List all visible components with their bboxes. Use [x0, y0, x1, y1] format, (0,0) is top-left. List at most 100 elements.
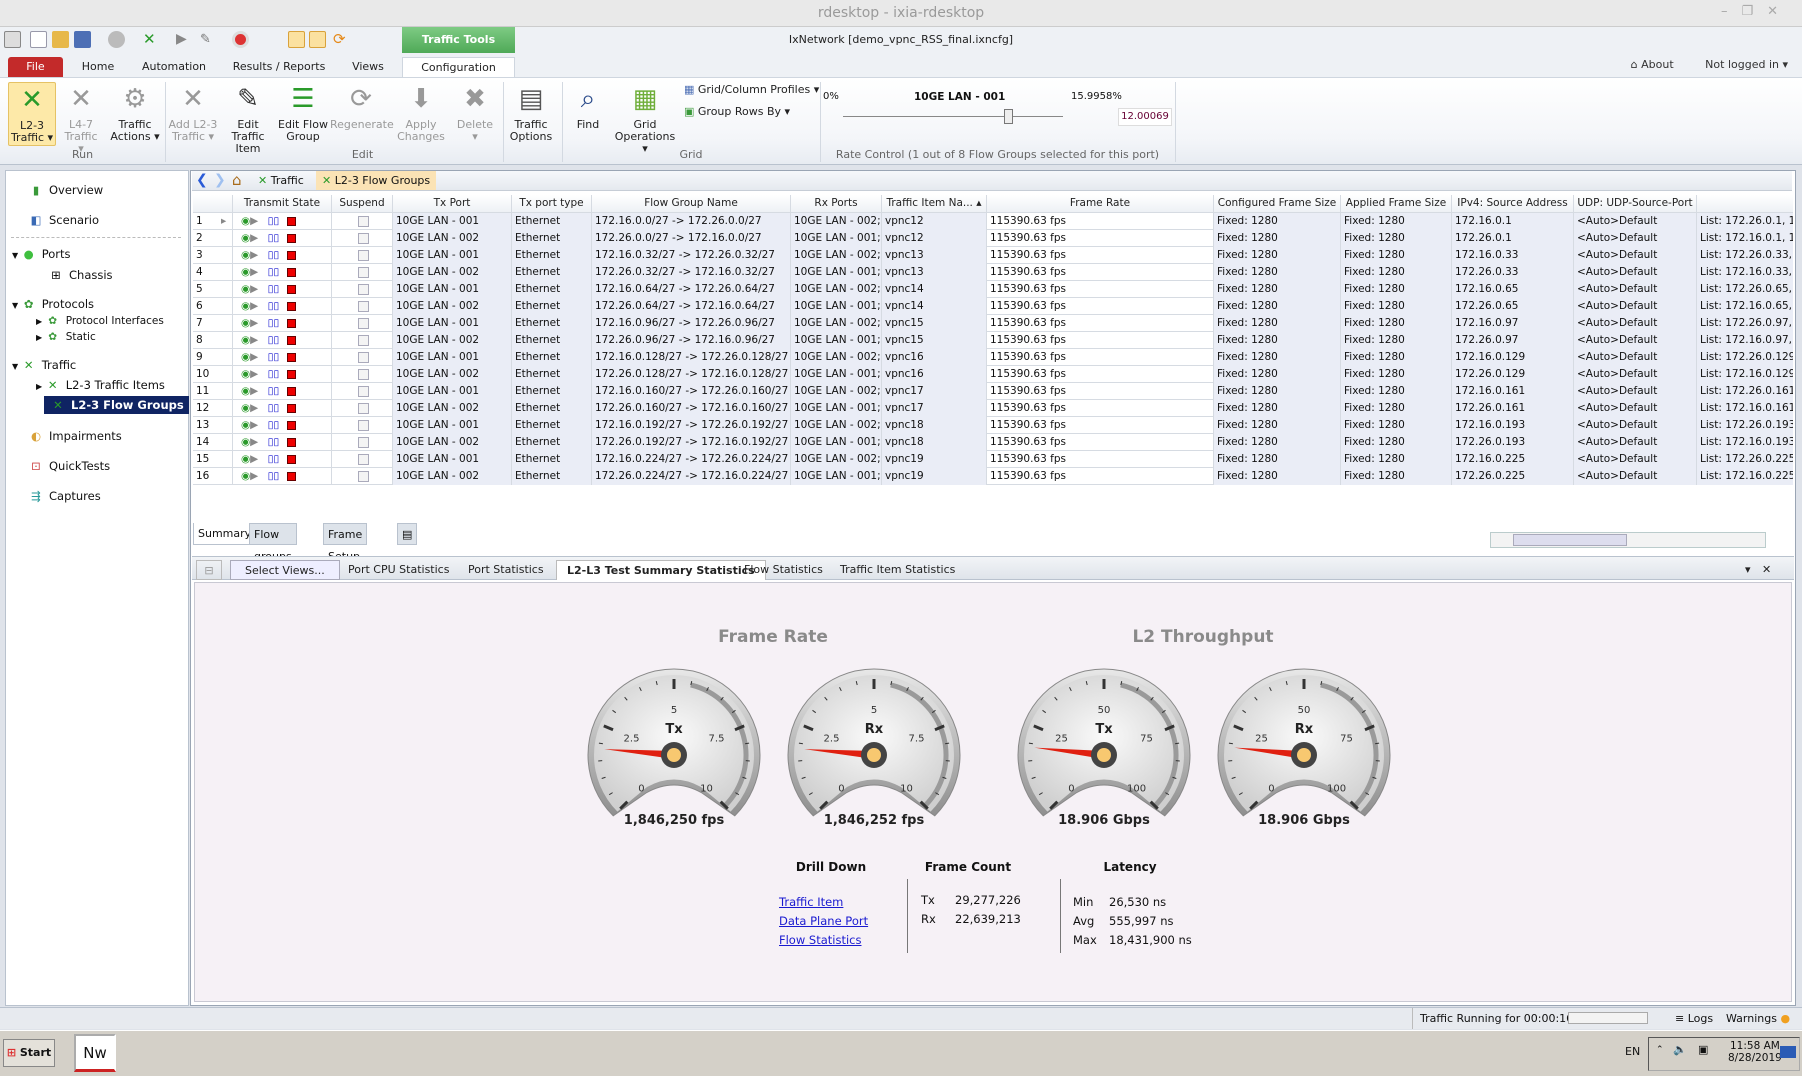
table-row[interactable]: 5 ◉▶ ▯▯ 10GE LAN - 001 Ethernet 172.16.0.64…	[193, 281, 1793, 298]
network-icon[interactable]: ▣	[1698, 1043, 1708, 1056]
dropdown-icon[interactable]: ▾	[1745, 560, 1751, 580]
suspend-checkbox[interactable]	[358, 419, 369, 431]
tab-frame-setup[interactable]: Frame Setup	[323, 523, 368, 563]
transmit-state[interactable]: ◉▶ ▯▯	[233, 281, 332, 298]
nav-quicktests[interactable]: ⊡ QuickTests	[28, 459, 110, 473]
column-header-row-number[interactable]	[193, 195, 233, 212]
rate-value-input[interactable]: 12.00069	[1118, 108, 1172, 126]
tab-port-cpu-statistics[interactable]: Port CPU Statistics	[348, 560, 449, 580]
nav-traffic[interactable]: ▼ ✕ Traffic	[12, 358, 76, 372]
stop-icon[interactable]	[286, 471, 296, 481]
pause-icon[interactable]: ▯▯	[268, 266, 280, 278]
nav-impairments[interactable]: ◐ Impairments	[28, 429, 122, 443]
show-desktop-icon[interactable]	[1780, 1046, 1796, 1058]
tab-l2l3-test-summary[interactable]: L2-L3 Test Summary Statistics	[556, 560, 766, 580]
column-header-tx-port[interactable]: Tx Port	[393, 195, 512, 212]
suspend-checkbox[interactable]	[358, 283, 369, 295]
window-controls[interactable]: –❐✕	[1721, 4, 1792, 19]
suspend-checkbox[interactable]	[358, 249, 369, 261]
table-row[interactable]: 6 ◉▶ ▯▯ 10GE LAN - 002 Ethernet 172.26.0.64…	[193, 298, 1793, 315]
nav-overview[interactable]: ▮ Overview	[28, 183, 103, 197]
stop-icon[interactable]	[286, 284, 296, 294]
transmit-state[interactable]: ◉▶ ▯▯	[233, 213, 332, 230]
transmit-state[interactable]: ◉▶ ▯▯	[233, 264, 332, 281]
suspend-checkbox[interactable]	[358, 402, 369, 414]
transmit-state[interactable]: ◉▶ ▯▯	[233, 349, 332, 366]
start-icon[interactable]: ▶	[250, 453, 258, 465]
suspend-checkbox[interactable]	[358, 470, 369, 482]
start-icon[interactable]: ▶	[250, 334, 258, 346]
transmit-state[interactable]: ◉▶ ▯▯	[233, 230, 332, 247]
column-header-extra-column[interactable]	[1697, 195, 1793, 212]
language-indicator[interactable]: EN	[1625, 1045, 1640, 1058]
suspend-checkbox[interactable]	[358, 266, 369, 278]
pause-icon[interactable]: ▯▯	[268, 317, 280, 329]
stop-icon[interactable]	[286, 233, 296, 243]
delete-button[interactable]: ✖ Delete ▾	[452, 82, 498, 143]
table-row[interactable]: 15 ◉▶ ▯▯ 10GE LAN - 001 Ethernet 172.16.0.2…	[193, 451, 1793, 468]
column-header-flow-group-name[interactable]: Flow Group Name	[592, 195, 791, 212]
stop-icon[interactable]	[286, 420, 296, 430]
start-icon[interactable]: ▶	[250, 215, 258, 227]
stop-icon[interactable]	[286, 250, 296, 260]
table-row[interactable]: 16 ◉▶ ▯▯ 10GE LAN - 002 Ethernet 172.26.0.2…	[193, 468, 1793, 485]
start-button[interactable]: ⊞ Start	[3, 1039, 55, 1067]
stop-icon[interactable]	[286, 216, 296, 226]
add-l23-traffic-button[interactable]: ✕ Add L2-3 Traffic ▾	[168, 82, 218, 143]
stop-icon[interactable]	[286, 267, 296, 277]
muted-speaker-icon[interactable]: 🔈	[1673, 1043, 1687, 1056]
new-tab-icon[interactable]: ▤	[397, 523, 417, 545]
pause-icon[interactable]: ▯▯	[268, 385, 280, 397]
suspend-checkbox[interactable]	[358, 334, 369, 346]
nav-protocol-interfaces[interactable]: ▶ ✿ Protocol Interfaces	[36, 315, 164, 327]
column-header-udp-source-port[interactable]: UDP: UDP-Source-Port	[1574, 195, 1697, 212]
transmit-state[interactable]: ◉▶ ▯▯	[233, 366, 332, 383]
breadcrumb-flow-groups[interactable]: ✕ L2-3 Flow Groups	[316, 171, 437, 190]
start-icon[interactable]: ▶	[250, 232, 258, 244]
edit-flow-group-button[interactable]: ☰ Edit Flow Group	[278, 82, 328, 143]
transmit-state[interactable]: ◉▶ ▯▯	[233, 332, 332, 349]
stop-icon[interactable]	[286, 437, 296, 447]
stop-icon[interactable]	[286, 318, 296, 328]
pause-icon[interactable]: ▯▯	[268, 436, 280, 448]
tab-file[interactable]: File	[8, 57, 63, 77]
column-header-tx-port-type[interactable]: Tx port type	[512, 195, 592, 212]
about-link[interactable]: About	[1641, 58, 1674, 71]
start-icon[interactable]: ▶	[250, 470, 258, 482]
table-row[interactable]: 10 ◉▶ ▯▯ 10GE LAN - 002 Ethernet 172.26.0.1…	[193, 366, 1793, 383]
table-row[interactable]: 14 ◉▶ ▯▯ 10GE LAN - 002 Ethernet 172.26.0.1…	[193, 434, 1793, 451]
pause-icon[interactable]: ▯▯	[268, 283, 280, 295]
warnings-button[interactable]: Warnings ●	[1726, 1012, 1790, 1025]
find-button[interactable]: ⌕ Find	[570, 82, 606, 131]
transmit-state[interactable]: ◉▶ ▯▯	[233, 247, 332, 264]
login-status[interactable]: Not logged in	[1705, 58, 1779, 71]
stop-icon[interactable]	[286, 335, 296, 345]
home-icon[interactable]: ⌂	[232, 171, 242, 189]
start-icon[interactable]: ▶	[250, 351, 258, 363]
pause-icon[interactable]: ▯▯	[268, 453, 280, 465]
start-icon[interactable]: ▶	[250, 402, 258, 414]
stop-icon[interactable]	[286, 369, 296, 379]
stop-icon[interactable]	[286, 386, 296, 396]
nav-scenario[interactable]: ◧ Scenario	[28, 213, 99, 227]
transmit-state[interactable]: ◉▶ ▯▯	[233, 400, 332, 417]
stop-icon[interactable]	[286, 352, 296, 362]
start-icon[interactable]: ▶	[250, 300, 258, 312]
column-header-traffic-item-name[interactable]: Traffic Item Na... ▴	[882, 195, 987, 212]
pause-icon[interactable]: ▯▯	[268, 334, 280, 346]
suspend-checkbox[interactable]	[358, 453, 369, 465]
pin-icon[interactable]: ⊟	[196, 560, 222, 580]
pause-icon[interactable]: ▯▯	[268, 402, 280, 414]
suspend-checkbox[interactable]	[358, 300, 369, 312]
horizontal-scrollbar[interactable]	[1490, 532, 1766, 548]
start-icon[interactable]: ▶	[250, 419, 258, 431]
nav-captures[interactable]: ⇶ Captures	[28, 489, 101, 503]
traffic-options-button[interactable]: ▤ Traffic Options	[506, 82, 556, 143]
pause-icon[interactable]: ▯▯	[268, 232, 280, 244]
table-row[interactable]: 7 ◉▶ ▯▯ 10GE LAN - 001 Ethernet 172.16.0.96…	[193, 315, 1793, 332]
tab-traffic-item-statistics[interactable]: Traffic Item Statistics	[840, 560, 955, 580]
scrollbar-thumb[interactable]	[1513, 534, 1627, 546]
show-hidden-icons[interactable]: ⌃	[1656, 1045, 1664, 1055]
tab-summary[interactable]: Summary	[193, 523, 257, 545]
link-traffic-item[interactable]: Traffic Item	[779, 895, 843, 909]
